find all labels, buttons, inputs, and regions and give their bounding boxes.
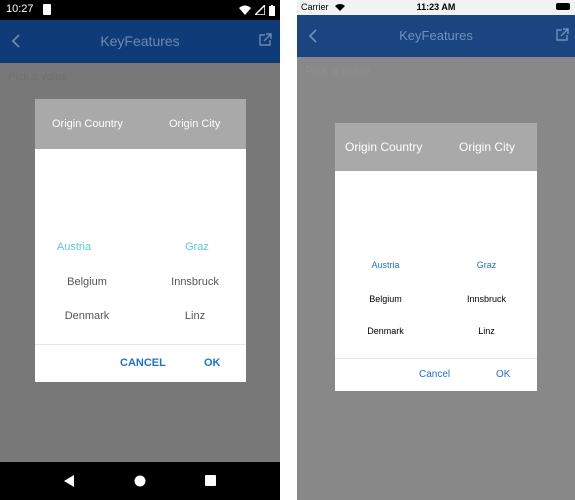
country-item[interactable]: Belgium: [335, 294, 436, 304]
country-item[interactable]: Belgium: [35, 276, 139, 288]
cancel-button[interactable]: CANCEL: [120, 357, 166, 369]
city-item[interactable]: Linz: [141, 310, 249, 322]
city-item[interactable]: Graz: [436, 260, 537, 270]
nav-home-icon[interactable]: [134, 475, 146, 487]
dialog-header: Origin Country Origin City: [335, 123, 537, 171]
ok-button[interactable]: OK: [496, 369, 510, 380]
wifi-icon: [239, 5, 251, 15]
ok-button[interactable]: OK: [204, 357, 221, 369]
picker-dialog: Origin Country Origin City Austria Belgi…: [335, 123, 537, 391]
city-item[interactable]: Linz: [436, 326, 537, 336]
header-city: Origin City: [459, 140, 516, 154]
dialog-divider: [35, 344, 246, 345]
nav-back-icon[interactable]: [63, 475, 75, 487]
city-item[interactable]: Graz: [147, 241, 247, 253]
page-title: KeyFeatures: [399, 28, 473, 43]
battery-icon: [556, 3, 570, 10]
ios-screen: Carrier 11:23 AM KeyFeatures Pick a valu…: [297, 0, 575, 500]
country-item[interactable]: Denmark: [35, 310, 139, 322]
picker-placeholder[interactable]: Pick a value: [305, 64, 370, 78]
country-item[interactable]: Austria: [35, 241, 113, 253]
header-country: Origin Country: [52, 118, 123, 130]
android-nav-bar: [0, 462, 280, 500]
city-item[interactable]: Innsbruck: [436, 294, 537, 304]
android-screen: 10:27 KeyFeatures Pick a value Origin Co…: [0, 0, 280, 500]
status-icons: [239, 4, 275, 16]
status-time: 10:27: [6, 3, 34, 15]
picker-dialog: Origin Country Origin City Austria Belgi…: [35, 99, 246, 382]
external-link-icon[interactable]: [258, 33, 272, 47]
city-item[interactable]: Innsbruck: [141, 276, 249, 288]
signal-icon: [255, 5, 265, 15]
external-link-icon[interactable]: [555, 28, 569, 42]
page-title: KeyFeatures: [100, 33, 180, 49]
dialog-divider: [335, 358, 537, 359]
cancel-button[interactable]: Cancel: [419, 369, 450, 380]
sim-card-icon: [43, 4, 51, 15]
country-column[interactable]: Austria Belgium Denmark: [35, 149, 140, 343]
ios-status-bar: Carrier 11:23 AM: [297, 0, 575, 15]
nav-recents-icon[interactable]: [205, 475, 216, 486]
country-item[interactable]: Denmark: [335, 326, 436, 336]
country-item[interactable]: Austria: [335, 260, 436, 270]
picker-placeholder[interactable]: Pick a value: [8, 71, 67, 83]
status-time: 11:23 AM: [416, 2, 456, 12]
city-column[interactable]: Graz Innsbruck Linz: [141, 149, 246, 343]
android-toolbar: KeyFeatures: [0, 20, 280, 63]
ios-toolbar: KeyFeatures: [297, 15, 575, 57]
battery-icon: [269, 4, 275, 16]
header-country: Origin Country: [345, 140, 423, 154]
android-status-bar: 10:27: [0, 0, 280, 20]
header-city: Origin City: [169, 118, 221, 130]
dialog-header: Origin Country Origin City: [35, 99, 246, 149]
